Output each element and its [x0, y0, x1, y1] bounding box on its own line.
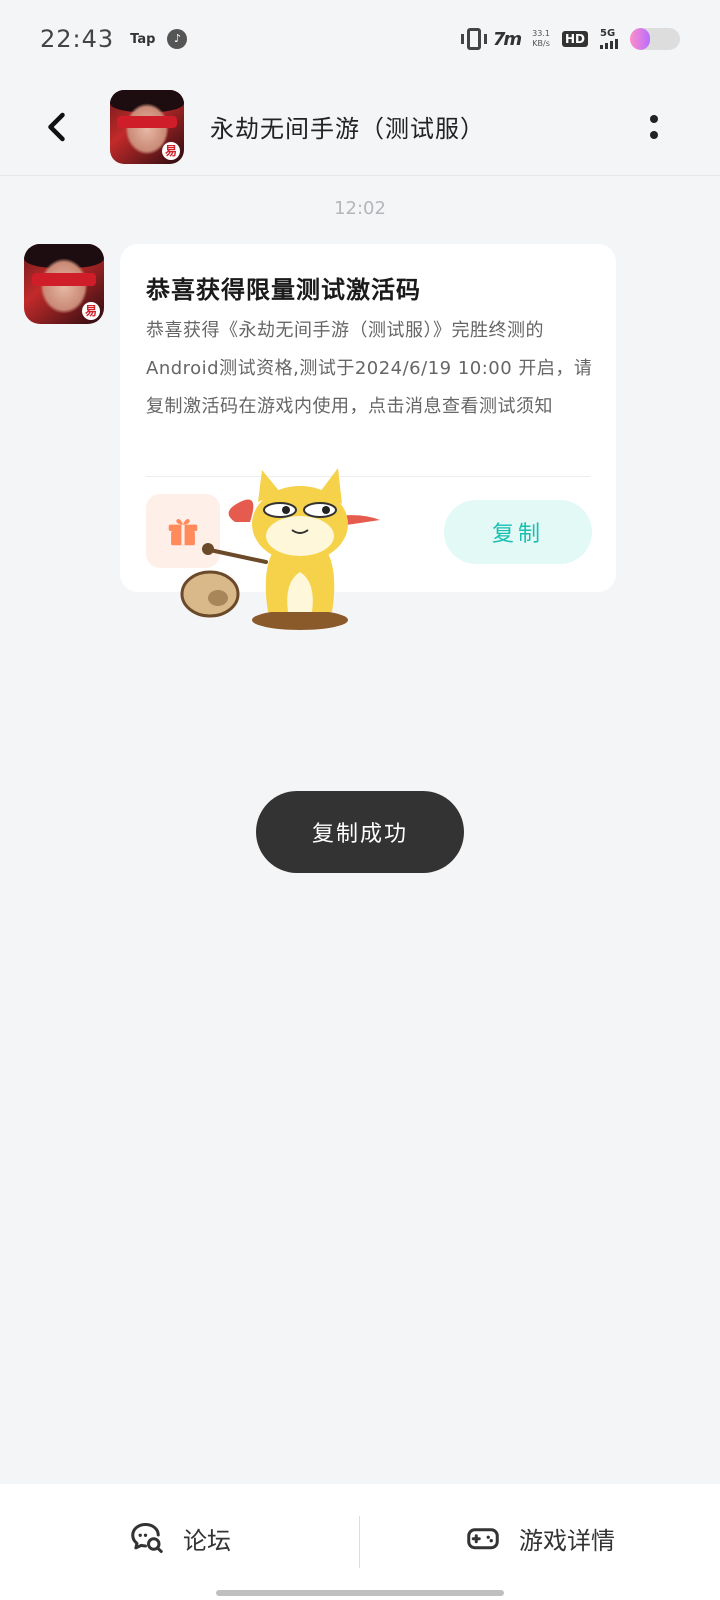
chat-search-icon: [131, 1523, 163, 1553]
battery-fill: [630, 28, 650, 50]
game-details-button[interactable]: 游戏详情: [360, 1484, 720, 1580]
signal-icon: 5G: [600, 29, 618, 49]
bottom-nav: 论坛 游戏详情: [0, 1484, 720, 1600]
netease-logo-icon: 易: [82, 302, 100, 320]
copy-button[interactable]: 复制: [444, 500, 592, 564]
network-speed: 33.1 KB/s: [532, 29, 550, 49]
back-button[interactable]: [28, 97, 88, 157]
chevron-left-icon: [48, 112, 65, 141]
vibrate-icon: [460, 28, 487, 50]
gamepad-icon: [467, 1528, 499, 1550]
card-body: 恭喜获得《永劫无间手游（测试服）》完胜终测的Android测试资格,测试于202…: [146, 320, 593, 417]
bottom-divider: [359, 1516, 360, 1568]
status-time: 22:43: [40, 25, 115, 53]
page-title: 永劫无间手游（测试服）: [210, 115, 485, 143]
more-options-button[interactable]: [644, 107, 664, 147]
forum-label: 论坛: [183, 1526, 231, 1555]
game-details-label: 游戏详情: [519, 1526, 615, 1555]
status-bar: 22:43 Tap ♪ 7m 33.1 KB/s HD 5G: [0, 0, 720, 78]
doge-sticker: [180, 468, 380, 630]
netease-logo-icon: 易: [162, 141, 180, 160]
network-type-label: 5G: [600, 28, 616, 39]
toast-message: 复制成功: [256, 791, 464, 873]
network-speed-unit: KB/s: [532, 39, 550, 48]
status-indicators: 7m 33.1 KB/s HD 5G: [460, 28, 680, 50]
message-timestamp: 12:02: [334, 198, 386, 219]
network-speed-value: 33.1: [532, 29, 550, 38]
chat-header: 易 永劫无间手游（测试服）: [0, 78, 720, 176]
game-avatar[interactable]: 易: [110, 89, 184, 164]
home-indicator[interactable]: [216, 1590, 504, 1596]
forum-button[interactable]: 论坛: [0, 1484, 360, 1580]
tap-app-label: Tap: [130, 31, 156, 47]
hd-badge: HD: [561, 31, 588, 47]
notification-icon: ♪: [167, 29, 188, 49]
sender-avatar[interactable]: 易: [24, 244, 104, 324]
card-title: 恭喜获得限量测试激活码: [146, 276, 421, 304]
network-logo-icon: 7m: [492, 28, 522, 50]
battery-icon: [630, 28, 680, 50]
